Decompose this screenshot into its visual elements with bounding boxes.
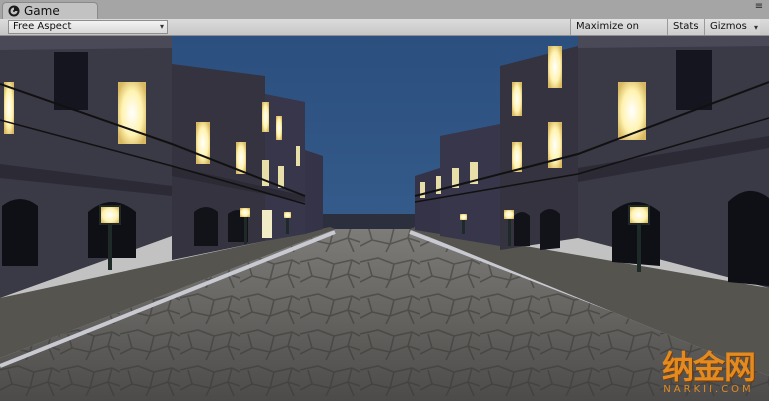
maximize-on-play-button[interactable]: Maximize on Play <box>570 19 667 48</box>
tab-game[interactable]: Game <box>2 2 98 19</box>
aspect-label: Free Aspect <box>13 21 72 32</box>
street-scene <box>0 36 769 401</box>
watermark-main: 纳金网 <box>661 348 756 386</box>
aspect-dropdown[interactable]: Free Aspect ▾ <box>8 20 168 34</box>
gizmos-dropdown[interactable]: Gizmos ▾ <box>704 19 760 35</box>
chevron-down-icon: ▾ <box>159 22 164 31</box>
panel-menu-icon[interactable]: ≡ <box>753 2 765 13</box>
game-view[interactable]: 纳金网 NARKII.COM <box>0 36 769 401</box>
tab-strip: Game ≡ <box>0 0 769 19</box>
watermark-logo: 纳金网 NARKII.COM <box>661 342 756 395</box>
game-toolbar: Free Aspect ▾ Maximize on Play Stats Giz… <box>0 19 769 48</box>
stats-button[interactable]: Stats <box>667 19 704 35</box>
unity-game-icon <box>8 5 20 17</box>
tab-label: Game <box>24 4 60 18</box>
gizmos-label: Gizmos <box>710 21 747 32</box>
watermark-sub: NARKII.COM <box>663 384 754 395</box>
chevron-down-icon: ▾ <box>753 23 758 32</box>
